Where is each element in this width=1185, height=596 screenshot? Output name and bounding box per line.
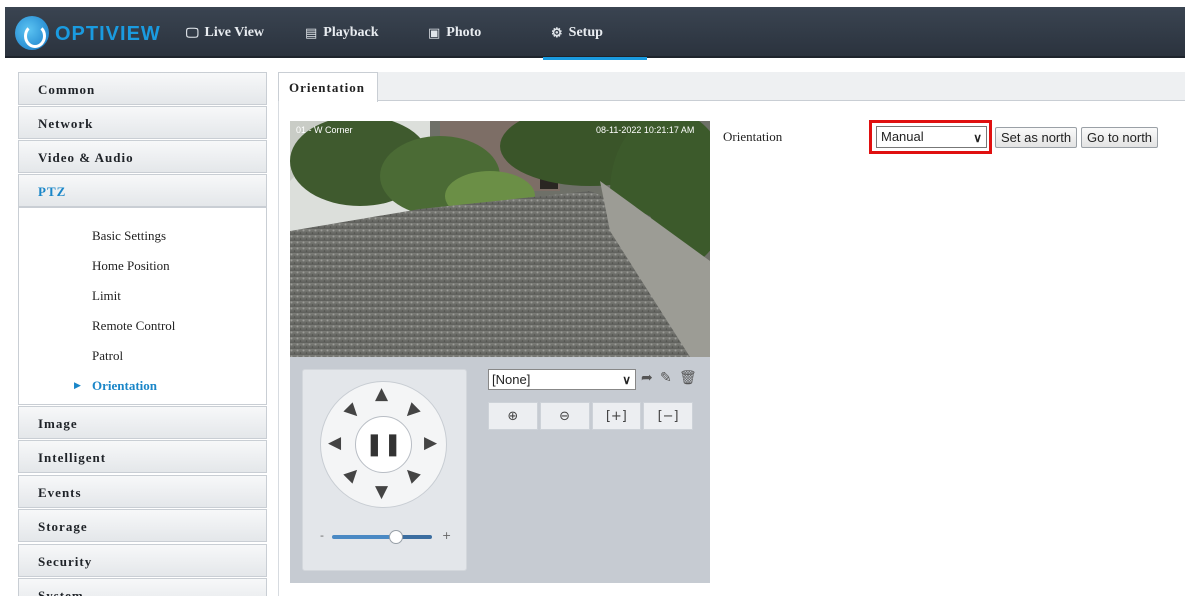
nav-playback-label: Playback: [323, 24, 379, 40]
nav-photo[interactable]: ▣ Photo: [428, 7, 481, 58]
preset-select-value: [None]: [492, 372, 531, 387]
pan-left-icon[interactable]: ◀: [328, 435, 341, 452]
film-icon: ▤: [305, 24, 318, 40]
nav-live-view[interactable]: 🖵 Live View: [186, 7, 264, 58]
set-as-north-button[interactable]: Set as north: [995, 127, 1078, 148]
gear-icon: ⚙: [551, 24, 563, 40]
zoom-out-button[interactable]: ⊖: [539, 402, 590, 430]
camera-scene-image: 01 - W Corner 08-11-2022 10:21:17 AM: [290, 121, 710, 357]
brand-logo: OPTIVIEW: [15, 13, 175, 53]
submenu-basic-settings[interactable]: Basic Settings: [92, 228, 166, 244]
preset-select[interactable]: [None] ∨: [488, 369, 636, 390]
delete-trash-icon[interactable]: 🗑: [679, 370, 697, 386]
slider-max-label: +: [442, 529, 452, 542]
tab-orientation[interactable]: Orientation: [278, 72, 378, 102]
go-to-north-button[interactable]: Go to north: [1081, 127, 1159, 148]
content-divider: [278, 101, 279, 596]
menu-security[interactable]: Security: [18, 544, 267, 577]
ptz-speed-slider[interactable]: - +: [320, 527, 460, 545]
zoom-toolbar: ⊕ ⊖ [+] [−]: [488, 402, 693, 430]
pause-button[interactable]: ❚❚: [355, 416, 412, 473]
logo-icon: [15, 16, 49, 50]
menu-ptz[interactable]: PTZ: [18, 174, 267, 207]
tab-strip: Orientation: [278, 72, 1185, 102]
submenu-patrol[interactable]: Patrol: [92, 348, 123, 364]
video-overlay-camera-name: 01 - W Corner: [296, 125, 353, 135]
pan-up-icon[interactable]: ▲: [375, 386, 388, 403]
menu-storage[interactable]: Storage: [18, 509, 267, 542]
menu-intelligent[interactable]: Intelligent: [18, 440, 267, 473]
top-navigation-bar: OPTIVIEW 🖵 Live View ▤ Playback ▣ Photo …: [5, 7, 1185, 60]
submenu-remote-control[interactable]: Remote Control: [92, 318, 175, 334]
orientation-mode-value: Manual: [881, 129, 924, 144]
nav-live-view-label: Live View: [204, 24, 265, 40]
slider-thumb[interactable]: [389, 530, 403, 544]
video-overlay-timestamp: 08-11-2022 10:21:17 AM: [596, 125, 694, 135]
live-video-view[interactable]: 01 - W Corner 08-11-2022 10:21:17 AM: [290, 121, 710, 357]
focus-far-icon: [−]: [657, 408, 679, 424]
menu-events[interactable]: Events: [18, 475, 267, 508]
logo-text: OPTIVIEW: [55, 23, 161, 45]
slider-track[interactable]: [332, 535, 432, 539]
focus-far-button[interactable]: [−]: [643, 402, 693, 430]
orientation-mode-select[interactable]: Manual ∨: [876, 126, 987, 148]
nav-photo-label: Photo: [446, 24, 482, 40]
submenu-home-position[interactable]: Home Position: [92, 258, 170, 274]
pan-down-icon[interactable]: ▼: [375, 484, 388, 501]
submenu-orientation[interactable]: Orientation: [92, 378, 157, 394]
monitor-icon: 🖵: [186, 24, 199, 40]
menu-image[interactable]: Image: [18, 406, 267, 439]
zoom-in-icon: ⊕: [507, 408, 519, 424]
go-to-preset-icon[interactable]: ➦: [641, 370, 653, 386]
nav-setup[interactable]: ⚙ Setup: [543, 7, 647, 60]
zoom-out-icon: ⊖: [559, 408, 571, 424]
slider-min-label: -: [320, 529, 324, 542]
edit-pencil-icon[interactable]: ✎: [660, 370, 672, 386]
chevron-down-icon: ∨: [622, 373, 631, 387]
menu-video-audio[interactable]: Video & Audio: [18, 140, 267, 173]
pause-icon: ❚❚: [365, 432, 402, 457]
settings-sidebar: Common Network Video & Audio PTZ Basic S…: [18, 72, 267, 596]
caret-right-icon: ▶: [74, 380, 81, 390]
image-icon: ▣: [428, 24, 441, 40]
chevron-down-icon: ∨: [973, 131, 982, 145]
submenu-limit[interactable]: Limit: [92, 288, 121, 304]
zoom-in-button[interactable]: ⊕: [488, 402, 538, 430]
menu-common[interactable]: Common: [18, 72, 267, 105]
focus-near-icon: [+]: [605, 408, 627, 424]
pan-right-icon[interactable]: ▶: [424, 435, 437, 452]
menu-network[interactable]: Network: [18, 106, 267, 139]
orientation-field-label: Orientation: [723, 129, 783, 144]
nav-playback[interactable]: ▤ Playback: [305, 7, 379, 58]
ptz-submenu: Basic Settings Home Position Limit Remot…: [18, 207, 267, 405]
menu-system[interactable]: System: [18, 578, 267, 596]
focus-near-button[interactable]: [+]: [591, 402, 642, 430]
nav-setup-label: Setup: [568, 24, 603, 40]
